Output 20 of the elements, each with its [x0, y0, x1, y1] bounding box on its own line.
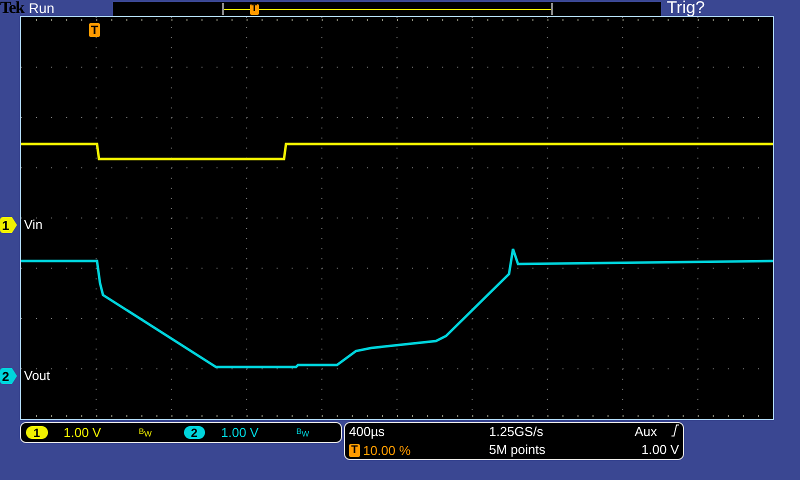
channel-badge[interactable]: 1 — [26, 426, 48, 439]
channel-marker[interactable]: 2 — [0, 368, 17, 384]
channel-label: Vin — [24, 217, 43, 232]
trigger-marker: T — [349, 444, 360, 456]
trigger-marker: T — [89, 23, 100, 37]
channel-marker[interactable]: 1 — [0, 217, 17, 233]
trigger-level: 1.00 V — [640, 442, 679, 458]
trigger-position: 10.00 % — [363, 442, 411, 458]
trigger-status: Trig? — [666, 0, 705, 16]
channel-badge[interactable]: 2 — [184, 426, 205, 439]
channel-label: Vout — [24, 368, 50, 383]
trigger-marker: T — [250, 4, 259, 14]
brand-logo: Tek — [0, 0, 24, 16]
acquisition-state: Run — [28, 0, 56, 16]
trigger-source: Aux — [634, 424, 657, 440]
channel-scale: 1.00 V — [221, 425, 260, 440]
sample-rate: 1.25GS/s — [489, 424, 544, 440]
channel-scale: 1.00 V — [64, 425, 102, 440]
time-per-division: 400µs — [349, 424, 386, 440]
record-length: 5M points — [489, 442, 546, 458]
